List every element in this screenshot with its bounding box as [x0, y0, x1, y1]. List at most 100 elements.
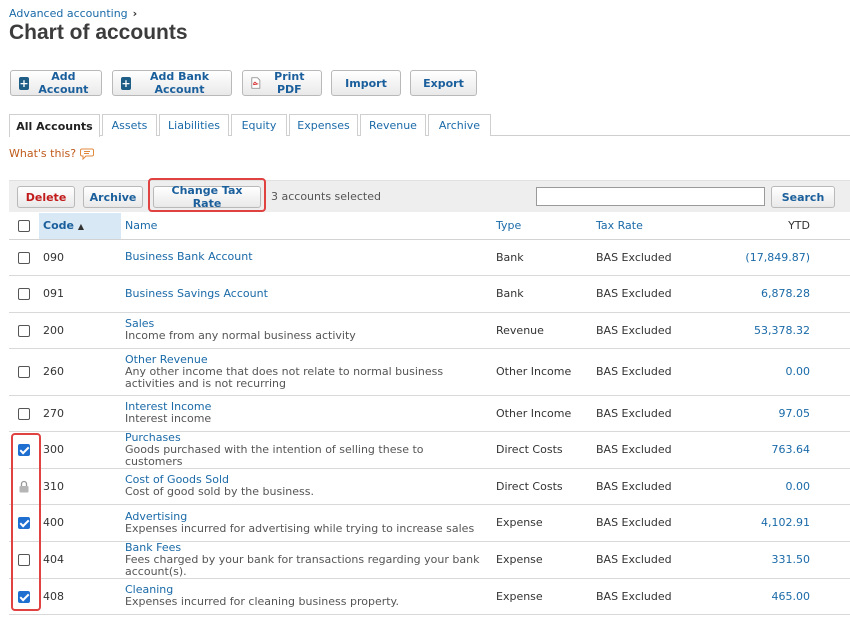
account-ytd-link[interactable]: 763.64 — [704, 431, 850, 469]
account-code: 260 — [39, 348, 121, 396]
bulk-action-bar: Delete Archive Change Tax Rate 3 account… — [9, 180, 850, 212]
tab-expenses[interactable]: Expenses — [289, 114, 358, 136]
tab-archive[interactable]: Archive — [428, 114, 491, 136]
table-row: 300 Purchases Goods purchased with the int… — [9, 431, 850, 469]
page-title: Chart of accounts — [9, 21, 188, 44]
table-row: 408 Cleaning Expenses incurred for cleanin… — [9, 578, 850, 615]
row-select-cell — [9, 348, 39, 396]
import-button[interactable]: Import — [331, 70, 401, 96]
account-description: Goods purchased with the intention of se… — [125, 442, 424, 468]
select-all-checkbox[interactable] — [18, 220, 30, 233]
row-checkbox[interactable] — [18, 366, 30, 378]
account-name-cell: Bank Fees Fees charged by your bank for t… — [121, 541, 496, 579]
account-ytd-link[interactable]: 6,878.28 — [704, 275, 850, 313]
account-code: 200 — [39, 312, 121, 349]
account-code: 270 — [39, 395, 121, 432]
table-row: 310 Cost of Goods Sold Cost of good sold b… — [9, 468, 850, 505]
table-row: 400 Advertising Expenses incurred for adve… — [9, 504, 850, 542]
account-ytd-link[interactable]: 0.00 — [704, 468, 850, 505]
account-type: Expense — [496, 578, 596, 615]
code-column-header[interactable]: Code ▲ — [39, 213, 121, 240]
row-checkbox[interactable] — [18, 288, 30, 300]
whats-this-link[interactable]: What's this? — [9, 147, 95, 160]
tax-rate-column-header[interactable]: Tax Rate — [596, 213, 704, 240]
account-tax-rate: BAS Excluded — [596, 541, 704, 579]
row-checkbox[interactable] — [18, 407, 30, 420]
add-bank-account-button[interactable]: + Add Bank Account — [112, 70, 232, 96]
tab-assets[interactable]: Assets — [102, 114, 157, 136]
plus-square-icon: + — [19, 76, 29, 90]
account-ytd-link[interactable]: 97.05 — [704, 395, 850, 432]
type-column-header[interactable]: Type — [496, 213, 596, 240]
account-tax-rate: BAS Excluded — [596, 239, 704, 276]
table-header-row: Code ▲ Name Type Tax Rate YTD — [9, 213, 850, 240]
account-code: 404 — [39, 541, 121, 579]
account-name-link[interactable]: Other Revenue — [125, 353, 484, 366]
add-account-button[interactable]: + Add Account — [10, 70, 102, 96]
tab-all-accounts[interactable]: All Accounts — [9, 114, 100, 137]
table-row: 091 Business Savings Account Bank BAS Exclu… — [9, 275, 850, 313]
account-ytd-link[interactable]: 0.00 — [704, 348, 850, 396]
name-column-header[interactable]: Name — [121, 213, 496, 240]
account-name-cell: Cost of Goods Sold Cost of good sold by t… — [121, 468, 496, 505]
breadcrumb-link[interactable]: Advanced accounting — [9, 7, 128, 20]
account-ytd-link[interactable]: 331.50 — [704, 541, 850, 579]
row-checkbox[interactable] — [18, 444, 30, 456]
row-checkbox[interactable] — [18, 590, 30, 603]
account-name-link[interactable]: Advertising — [125, 510, 484, 523]
account-type: Other Income — [496, 348, 596, 396]
account-tax-rate: BAS Excluded — [596, 578, 704, 615]
row-checkbox[interactable] — [18, 251, 30, 264]
search-input[interactable] — [536, 187, 765, 206]
sort-ascending-icon: ▲ — [77, 222, 84, 232]
account-name-link[interactable]: Business Bank Account — [125, 251, 484, 263]
account-description: Cost of good sold by the business. — [125, 485, 314, 498]
account-ytd-link[interactable]: (17,849.87) — [704, 239, 850, 276]
delete-button[interactable]: Delete — [17, 186, 75, 208]
account-name-link[interactable]: Bank Fees — [125, 541, 484, 554]
row-select-cell — [9, 578, 39, 615]
row-select-cell — [9, 312, 39, 349]
account-name-cell: Sales Income from any normal business act… — [121, 312, 496, 349]
search-button[interactable]: Search — [771, 186, 835, 208]
account-name-link[interactable]: Business Savings Account — [125, 287, 484, 300]
account-type: Bank — [496, 275, 596, 313]
account-name-cell: Interest Income Interest income — [121, 395, 496, 432]
lock-icon — [19, 480, 29, 493]
export-button[interactable]: Export — [410, 70, 477, 96]
row-checkbox[interactable] — [18, 324, 30, 337]
account-name-cell: Business Savings Account — [121, 275, 496, 313]
account-tax-rate: BAS Excluded — [596, 395, 704, 432]
table-row: 270 Interest Income Interest income Other I… — [9, 395, 850, 432]
account-description: Interest income — [125, 412, 212, 425]
account-type: Direct Costs — [496, 431, 596, 469]
row-checkbox[interactable] — [18, 517, 30, 529]
account-ytd-link[interactable]: 4,102.91 — [704, 504, 850, 542]
account-description: Any other income that does not relate to… — [125, 364, 444, 390]
archive-button[interactable]: Archive — [83, 186, 143, 208]
tab-equity[interactable]: Equity — [231, 114, 287, 136]
account-name-link[interactable]: Purchases — [125, 431, 484, 444]
account-type: Revenue — [496, 312, 596, 349]
change-tax-rate-button[interactable]: Change Tax Rate — [153, 184, 261, 210]
selected-count: 3 accounts selected — [271, 190, 381, 203]
row-select-cell — [9, 468, 39, 505]
account-tax-rate: BAS Excluded — [596, 504, 704, 542]
table-row: 090 Business Bank Account Bank BAS Excluded… — [9, 239, 850, 276]
account-ytd-link[interactable]: 53,378.32 — [704, 312, 850, 349]
tab-revenue[interactable]: Revenue — [360, 114, 426, 136]
speech-bubble-icon — [80, 148, 95, 160]
tab-liabilities[interactable]: Liabilities — [159, 114, 229, 136]
row-select-cell — [9, 239, 39, 276]
accounts-table: Code ▲ Name Type Tax Rate YTD 090 Busines… — [9, 213, 850, 615]
account-tax-rate: BAS Excluded — [596, 275, 704, 313]
pdf-file-icon — [251, 77, 261, 89]
table-row: 200 Sales Income from any normal business … — [9, 312, 850, 349]
print-pdf-button[interactable]: Print PDF — [242, 70, 322, 96]
table-row: 260 Other Revenue Any other income that do… — [9, 348, 850, 396]
account-code: 408 — [39, 578, 121, 615]
account-type: Bank — [496, 239, 596, 276]
account-ytd-link[interactable]: 465.00 — [704, 578, 850, 615]
account-tax-rate: BAS Excluded — [596, 312, 704, 349]
row-checkbox[interactable] — [18, 554, 30, 566]
